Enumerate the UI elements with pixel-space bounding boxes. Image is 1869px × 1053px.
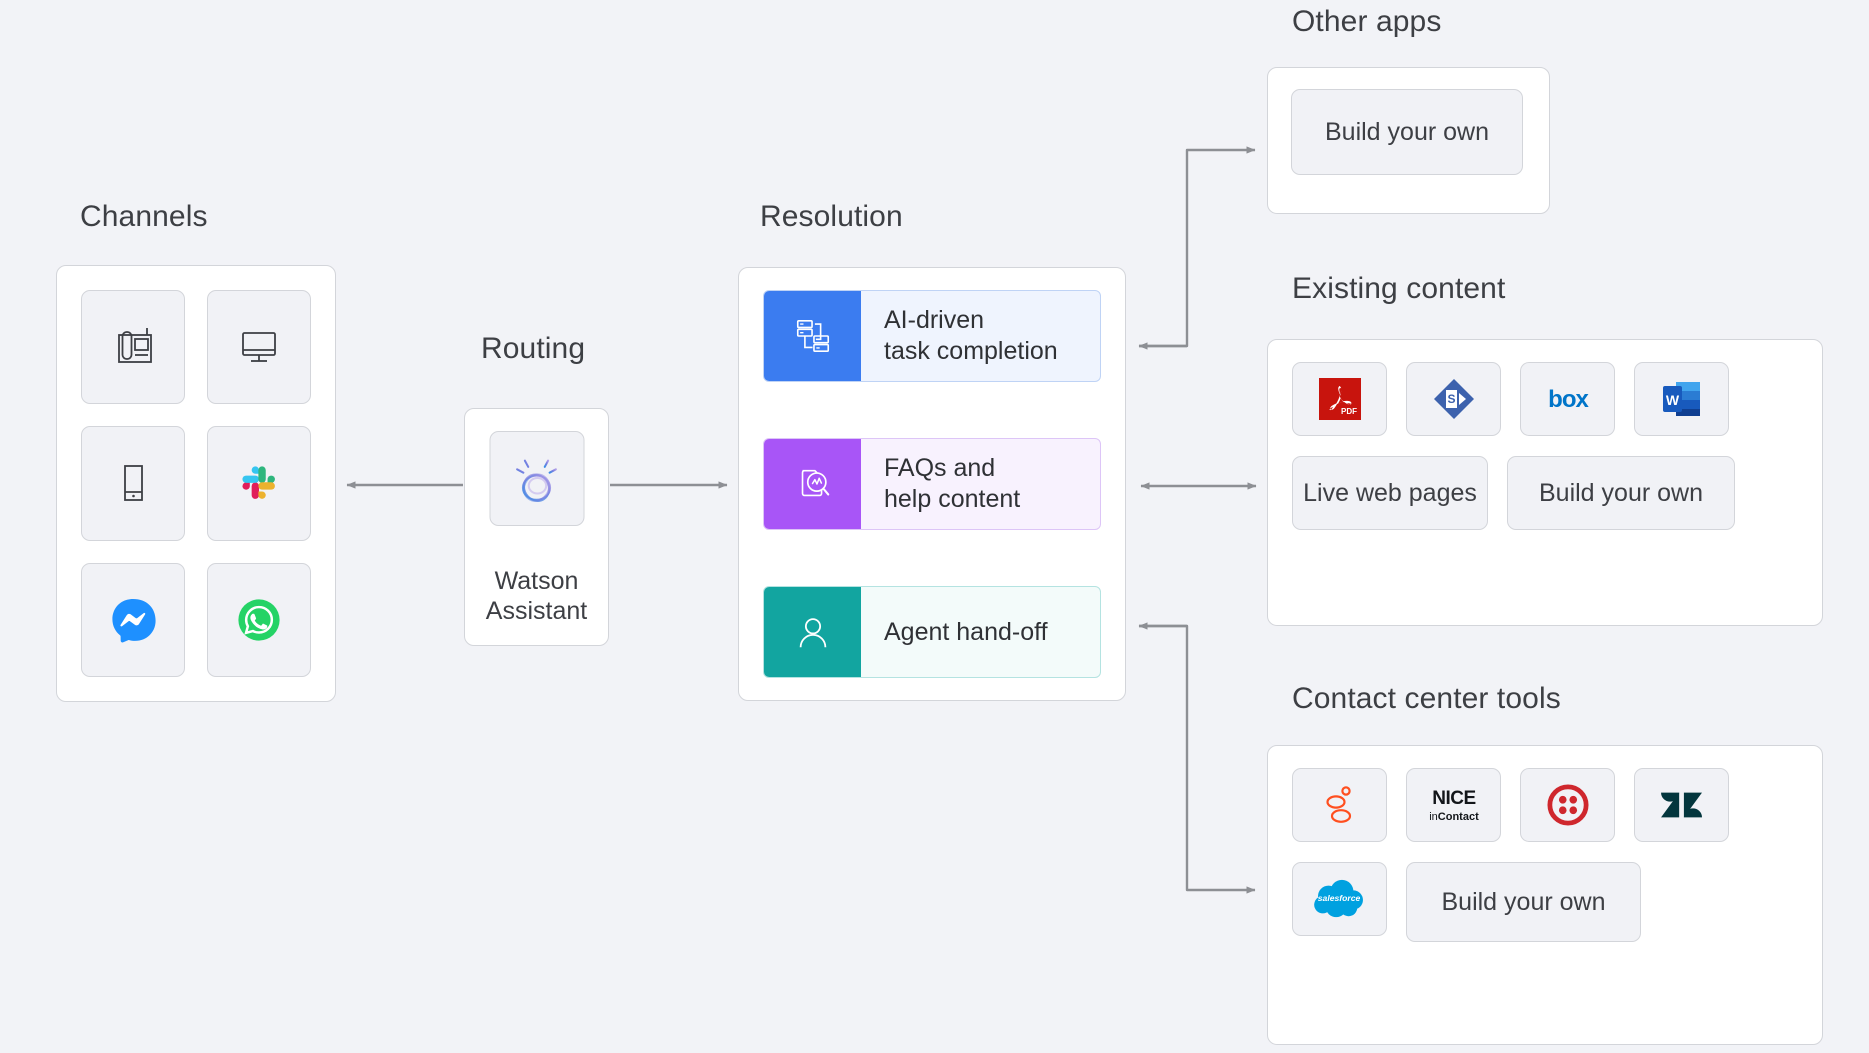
document-search-icon <box>764 439 861 529</box>
contact-center-heading: Contact center tools <box>1292 682 1561 715</box>
existing-logo-microsoft-word[interactable]: W <box>1634 362 1729 436</box>
watson-assistant-label-line1: Watson <box>494 566 579 595</box>
existing-content-heading: Existing content <box>1292 272 1506 305</box>
channel-tile-desk-phone[interactable] <box>81 290 185 405</box>
watson-assistant-label-line2: Assistant <box>485 597 588 626</box>
channel-tile-whatsapp[interactable] <box>207 562 311 677</box>
channels-panel <box>56 265 336 702</box>
adobe-pdf-icon: PDF <box>1318 377 1362 421</box>
resolution-row-ai-task-completion[interactable]: AI-driven task completion <box>763 290 1101 382</box>
incontact-wordmark: inContact <box>1429 811 1479 823</box>
microsoft-word-icon: W <box>1659 377 1705 421</box>
sharepoint-icon: S <box>1432 377 1476 421</box>
resolution-row-agent-hand-off[interactable]: Agent hand-off <box>763 586 1101 678</box>
contact-center-panel: NICE inContact salesforce Build your own <box>1267 745 1823 1045</box>
contact-tile-build-your-own-label: Build your own <box>1441 887 1606 916</box>
res-row-0-line2: task completion <box>884 337 1058 365</box>
existing-logo-sharepoint[interactable]: S <box>1406 362 1501 436</box>
other-apps-build-your-own-label: Build your own <box>1325 117 1489 146</box>
connector-tasks-other-apps <box>1138 146 1256 350</box>
user-agent-icon <box>764 587 861 677</box>
res-row-1-line1: FAQs and <box>884 454 996 482</box>
desktop-monitor-icon <box>236 326 282 368</box>
channel-tile-mobile[interactable] <box>81 426 185 541</box>
contact-center-grid: NICE inContact salesforce Build your own <box>1292 768 1798 1022</box>
nice-incontact-icon: NICE inContact <box>1416 782 1492 828</box>
resolution-rows: AI-driven task completion FAQs and help … <box>763 290 1101 678</box>
channel-tile-facebook-messenger[interactable] <box>81 562 185 677</box>
nice-wordmark: NICE <box>1432 788 1475 809</box>
whatsapp-icon <box>236 597 282 643</box>
zendesk-icon <box>1659 785 1705 825</box>
watson-assistant-label: Watson Assistant <box>465 566 608 628</box>
box-icon: box <box>1537 384 1599 414</box>
existing-tile-build-your-own-label: Build your own <box>1539 478 1703 507</box>
svg-text:PDF: PDF <box>1341 407 1357 416</box>
routing-panel: Watson Assistant <box>464 408 609 646</box>
resolution-panel: AI-driven task completion FAQs and help … <box>738 267 1126 701</box>
other-apps-build-your-own-tile[interactable]: Build your own <box>1291 89 1523 175</box>
existing-tile-build-your-own[interactable]: Build your own <box>1507 456 1735 530</box>
resolution-row-faqs-help-content-label: FAQs and help content <box>861 439 1100 529</box>
svg-text:S: S <box>1447 392 1455 406</box>
channels-heading: Channels <box>80 200 208 233</box>
other-apps-heading: Other apps <box>1292 5 1442 38</box>
watson-assistant-icon <box>506 448 568 510</box>
resolution-row-agent-hand-off-label: Agent hand-off <box>861 587 1100 677</box>
contact-logo-genesys[interactable] <box>1292 768 1387 842</box>
contact-tile-build-your-own[interactable]: Build your own <box>1406 862 1641 942</box>
contact-logo-zendesk[interactable] <box>1634 768 1729 842</box>
twilio-icon <box>1546 784 1589 826</box>
existing-logo-adobe-pdf[interactable]: PDF <box>1292 362 1387 436</box>
res-row-0-line1: AI-driven <box>884 306 985 334</box>
salesforce-icon: salesforce <box>1309 877 1371 921</box>
resolution-heading: Resolution <box>760 200 903 233</box>
resolution-row-faqs-help-content[interactable]: FAQs and help content <box>763 438 1101 530</box>
existing-content-panel: PDF S box W Live web pages Build your ow… <box>1267 339 1823 626</box>
res-row-2-line1: Agent hand-off <box>884 617 1048 646</box>
existing-logo-box[interactable]: box <box>1520 362 1615 436</box>
task-flow-icon <box>764 291 861 381</box>
existing-tile-live-web-pages-label: Live web pages <box>1303 478 1477 507</box>
diagram-canvas: Channels Routing Watson Assistant Resolu… <box>0 0 1869 1053</box>
genesys-icon <box>1323 783 1357 827</box>
resolution-row-ai-task-completion-label: AI-driven task completion <box>861 291 1100 381</box>
mobile-phone-icon <box>110 462 156 504</box>
existing-content-grid: PDF S box W Live web pages Build your ow… <box>1292 362 1798 603</box>
contact-logo-nice-incontact[interactable]: NICE inContact <box>1406 768 1501 842</box>
channel-tile-slack[interactable] <box>207 426 311 541</box>
routing-heading: Routing <box>481 332 586 365</box>
other-apps-panel: Build your own <box>1267 67 1550 214</box>
salesforce-wordmark: salesforce <box>1317 893 1360 903</box>
facebook-messenger-icon <box>109 596 157 644</box>
res-row-1-line2: help content <box>884 485 1021 513</box>
channels-grid <box>81 290 311 677</box>
svg-text:box: box <box>1548 386 1589 413</box>
watson-assistant-tile[interactable] <box>489 431 584 526</box>
slack-icon <box>238 462 280 504</box>
connector-handoff-contact-center <box>1138 622 1256 894</box>
contact-logo-salesforce[interactable]: salesforce <box>1292 862 1387 936</box>
existing-tile-live-web-pages[interactable]: Live web pages <box>1292 456 1488 530</box>
desk-phone-icon <box>110 326 156 368</box>
contact-logo-twilio[interactable] <box>1520 768 1615 842</box>
channel-tile-desktop[interactable] <box>207 290 311 405</box>
svg-text:W: W <box>1665 392 1679 408</box>
